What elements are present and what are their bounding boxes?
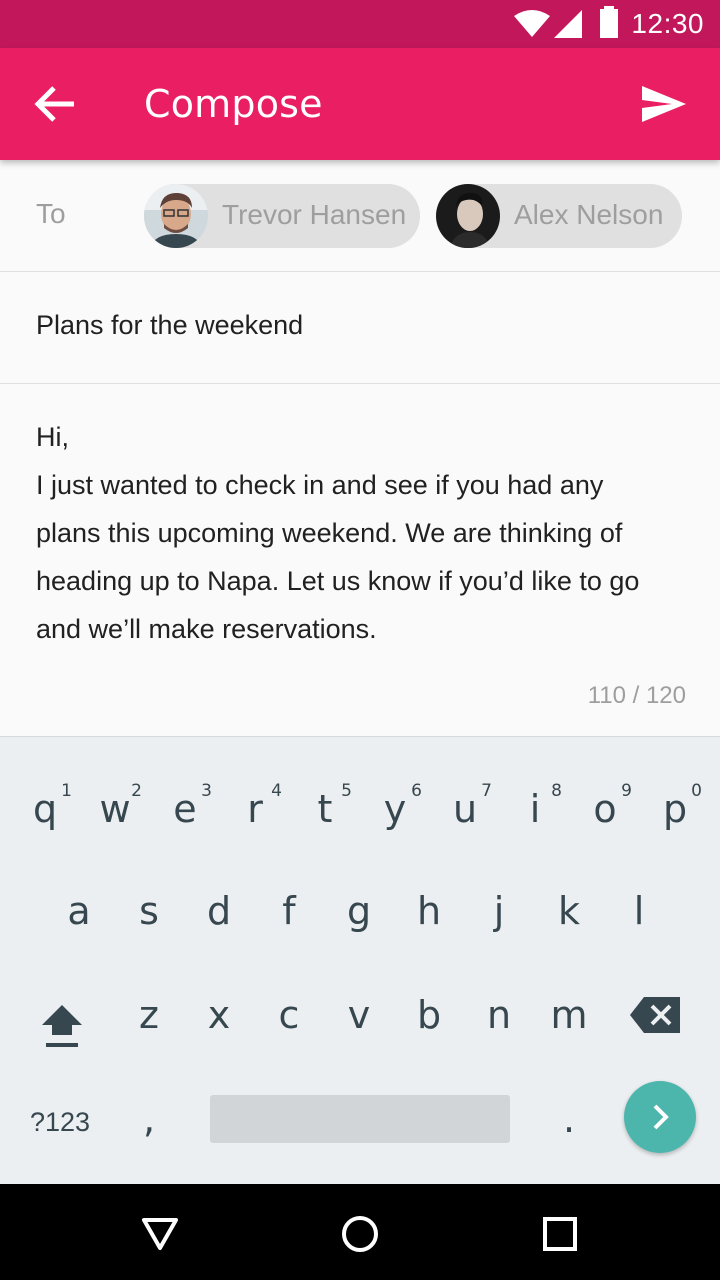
key-e[interactable]: e3 xyxy=(150,781,220,831)
backspace-icon[interactable] xyxy=(630,995,682,1035)
key-i[interactable]: i8 xyxy=(500,781,570,831)
battery-icon xyxy=(600,6,618,38)
key-y[interactable]: y6 xyxy=(360,781,430,831)
wifi-icon xyxy=(514,10,550,37)
home-circle-icon[interactable] xyxy=(340,1214,380,1254)
key-g[interactable]: g xyxy=(324,889,394,933)
soft-keyboard: q1 w2 e3 r4 t5 y6 u7 i8 o9 p0 a s d f g … xyxy=(0,736,720,1184)
body-line: and we’ll make reservations. xyxy=(36,614,377,644)
recipient-chip[interactable]: Alex Nelson xyxy=(436,184,682,248)
subject-text: Plans for the weekend xyxy=(36,310,304,340)
system-nav-bar xyxy=(0,1184,720,1280)
key-j[interactable]: j xyxy=(464,889,534,933)
back-arrow-icon[interactable] xyxy=(32,84,80,124)
period-key[interactable]: . xyxy=(534,1097,604,1141)
send-icon[interactable] xyxy=(640,84,688,124)
shift-icon[interactable] xyxy=(38,1001,86,1049)
key-a[interactable]: a xyxy=(44,889,114,933)
key-b[interactable]: b xyxy=(394,993,464,1037)
body-line: Hi, xyxy=(36,422,69,452)
back-triangle-icon[interactable] xyxy=(140,1214,180,1254)
message-body-field[interactable]: Hi, I just wanted to check in and see if… xyxy=(0,384,720,736)
to-label: To xyxy=(36,198,66,229)
key-q[interactable]: q1 xyxy=(10,781,80,831)
recipient-chip[interactable]: Trevor Hansen xyxy=(144,184,420,248)
key-h[interactable]: h xyxy=(394,889,464,933)
key-n[interactable]: n xyxy=(464,993,534,1037)
avatar xyxy=(436,184,500,248)
chip-label: Trevor Hansen xyxy=(222,199,407,230)
enter-button[interactable] xyxy=(624,1081,696,1153)
body-line: plans this upcoming weekend. We are thin… xyxy=(36,518,623,548)
subject-field[interactable]: Plans for the weekend xyxy=(0,272,720,384)
character-counter: 110 / 120 xyxy=(587,682,686,709)
key-c[interactable]: c xyxy=(254,993,324,1037)
page-title: Compose xyxy=(144,82,323,126)
body-line: I just wanted to check in and see if you… xyxy=(36,470,604,500)
key-x[interactable]: x xyxy=(184,993,254,1037)
space-bar[interactable] xyxy=(210,1095,510,1143)
key-v[interactable]: v xyxy=(324,993,394,1037)
key-o[interactable]: o9 xyxy=(570,781,640,831)
comma-key[interactable]: , xyxy=(114,1097,184,1141)
key-r[interactable]: r4 xyxy=(220,781,290,831)
chip-label: Alex Nelson xyxy=(514,199,664,230)
recents-square-icon[interactable] xyxy=(540,1214,580,1254)
body-line: heading up to Napa. Let us know if you’d… xyxy=(36,566,640,596)
avatar xyxy=(144,184,208,248)
recipients-row[interactable]: To Trevor Hansen Alex Nelson xyxy=(0,160,720,272)
symbols-key[interactable]: ?123 xyxy=(30,1107,90,1138)
key-l[interactable]: l xyxy=(604,889,674,933)
next-arrow-icon xyxy=(653,1104,669,1130)
status-time: 12:30 xyxy=(631,8,704,39)
key-w[interactable]: w2 xyxy=(80,781,150,831)
key-m[interactable]: m xyxy=(534,993,604,1037)
key-p[interactable]: p0 xyxy=(640,781,710,831)
key-f[interactable]: f xyxy=(254,889,324,933)
signal-icon xyxy=(554,10,582,38)
app-bar: Compose xyxy=(0,48,720,160)
key-t[interactable]: t5 xyxy=(290,781,360,831)
key-s[interactable]: s xyxy=(114,889,184,933)
key-z[interactable]: z xyxy=(114,993,184,1037)
key-d[interactable]: d xyxy=(184,889,254,933)
key-k[interactable]: k xyxy=(534,889,604,933)
status-bar: 12:30 xyxy=(0,0,720,48)
key-u[interactable]: u7 xyxy=(430,781,500,831)
